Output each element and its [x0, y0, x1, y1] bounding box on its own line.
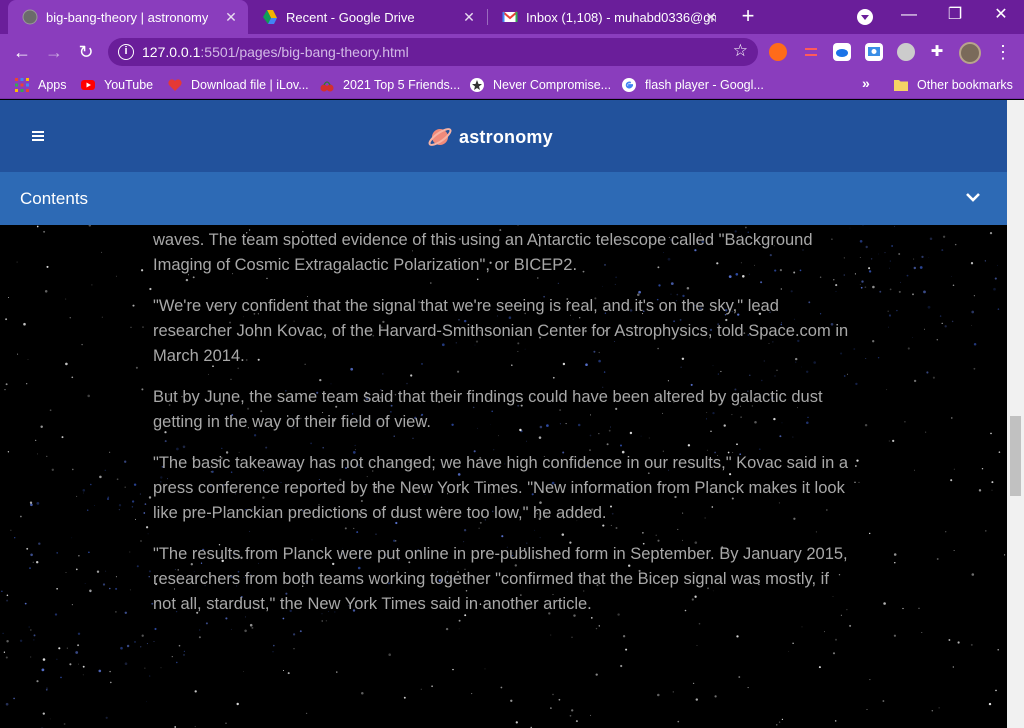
extensions-puzzle-icon[interactable]: ✚ — [928, 43, 946, 61]
url-text[interactable]: 127.0.0.1:5501/pages/big-bang-theory.htm… — [142, 44, 409, 60]
google-icon — [622, 78, 636, 92]
url-host: 127.0.0.1 — [142, 44, 201, 60]
site-header: astronomy — [0, 100, 1007, 172]
globe-icon — [22, 9, 38, 25]
tab-title: big-bang-theory | astronomy — [46, 9, 209, 25]
profile-avatar[interactable] — [959, 42, 981, 64]
browser-menu-icon[interactable]: ⋮ — [994, 38, 1012, 66]
tab-big-bang-theory[interactable]: big-bang-theory | astronomy ✕ — [8, 0, 248, 34]
bookmark-ilovepdf[interactable]: Download file | iLov... — [167, 76, 309, 94]
bookmark-label: Other bookmarks — [917, 78, 1013, 92]
hamburger-menu-icon[interactable] — [32, 131, 44, 141]
page-viewport: astronomy Contents waves. The team spott… — [0, 100, 1007, 728]
bookmarks-bar: Apps YouTube Download file | iLov... 202… — [0, 70, 1024, 99]
scrollbar-thumb[interactable] — [1010, 416, 1021, 496]
tab-google-drive[interactable]: Recent - Google Drive ✕ — [248, 0, 486, 34]
tab-title: Inbox (1,108) - muhabd0336@gm — [526, 9, 716, 25]
reload-icon[interactable]: ↻ — [72, 38, 100, 66]
article-paragraph: "The results from Planck were put online… — [153, 545, 848, 613]
close-tab-icon[interactable]: ✕ — [702, 8, 720, 26]
bookmark-label: 2021 Top 5 Friends... — [343, 78, 461, 92]
tab-gmail-inbox[interactable]: Inbox (1,108) - muhabd0336@gm ✕ — [488, 0, 728, 34]
extension-infinity-icon[interactable] — [769, 43, 787, 61]
bookmark-apps[interactable]: Apps — [14, 76, 67, 94]
restore-icon[interactable]: ❐ — [932, 0, 978, 30]
address-bar[interactable]: i 127.0.0.1:5501/pages/big-bang-theory.h… — [108, 38, 758, 66]
cherries-icon — [320, 81, 334, 92]
article-body: waves. The team spotted evidence of this… — [153, 228, 853, 633]
browser-tab-strip: big-bang-theory | astronomy ✕ Recent - G… — [0, 0, 1024, 34]
more-bookmarks-chevron-icon[interactable]: » — [862, 75, 870, 91]
badge-icon — [470, 78, 484, 92]
page-scrollbar[interactable] — [1007, 100, 1024, 728]
site-info-icon[interactable]: i — [118, 44, 134, 60]
extension-globe-icon[interactable] — [897, 43, 915, 61]
heart-icon — [168, 79, 182, 91]
back-arrow-icon[interactable]: ← — [8, 38, 36, 66]
article-paragraph: "The basic takeaway has not changed; we … — [153, 454, 849, 522]
bookmark-flash-player[interactable]: flash player - Googl... — [621, 76, 764, 94]
planet-icon — [428, 128, 452, 146]
new-tab-button[interactable]: + — [737, 5, 759, 28]
minimize-icon[interactable]: — — [886, 0, 932, 30]
chevron-down-icon[interactable] — [965, 190, 981, 204]
bookmark-label: Apps — [38, 78, 67, 92]
youtube-icon — [81, 80, 95, 90]
article-paragraph: waves. The team spotted evidence of this… — [153, 231, 813, 274]
close-tab-icon[interactable]: ✕ — [460, 8, 478, 26]
extension-cloud-icon[interactable] — [833, 43, 851, 61]
google-drive-icon — [263, 10, 277, 24]
extension-screen-icon[interactable] — [865, 43, 883, 61]
other-bookmarks[interactable]: Other bookmarks — [893, 76, 1013, 94]
bookmark-label: Never Compromise... — [493, 78, 612, 92]
close-tab-icon[interactable]: ✕ — [222, 8, 240, 26]
tab-search-icon[interactable] — [857, 9, 873, 25]
forward-arrow-icon[interactable]: → — [40, 38, 68, 66]
bookmark-star-icon[interactable]: ☆ — [733, 41, 748, 61]
site-brand-name: astronomy — [459, 126, 553, 147]
contents-toggle[interactable]: Contents — [0, 172, 1007, 225]
bookmark-label: YouTube — [104, 78, 154, 92]
bookmark-youtube[interactable]: YouTube — [80, 76, 153, 94]
site-logo[interactable]: astronomy — [427, 124, 553, 150]
window-close-icon[interactable]: ✕ — [978, 0, 1024, 30]
tab-title: Recent - Google Drive — [286, 9, 415, 25]
bookmark-label: flash player - Googl... — [645, 78, 764, 92]
folder-icon — [894, 80, 908, 91]
extension-lines-icon[interactable] — [802, 43, 820, 61]
contents-label: Contents — [20, 189, 89, 208]
gmail-icon — [502, 11, 518, 22]
bookmark-never-compromise[interactable]: Never Compromise... — [469, 76, 611, 94]
apps-grid-icon — [15, 78, 29, 92]
bookmark-label: Download file | iLov... — [191, 78, 309, 92]
url-path: :5501/pages/big-bang-theory.html — [200, 44, 409, 60]
bookmark-top-friends[interactable]: 2021 Top 5 Friends... — [319, 76, 460, 94]
article-paragraph: But by June, the same team said that the… — [153, 388, 823, 431]
article-paragraph: "We're very confident that the signal th… — [153, 297, 849, 365]
